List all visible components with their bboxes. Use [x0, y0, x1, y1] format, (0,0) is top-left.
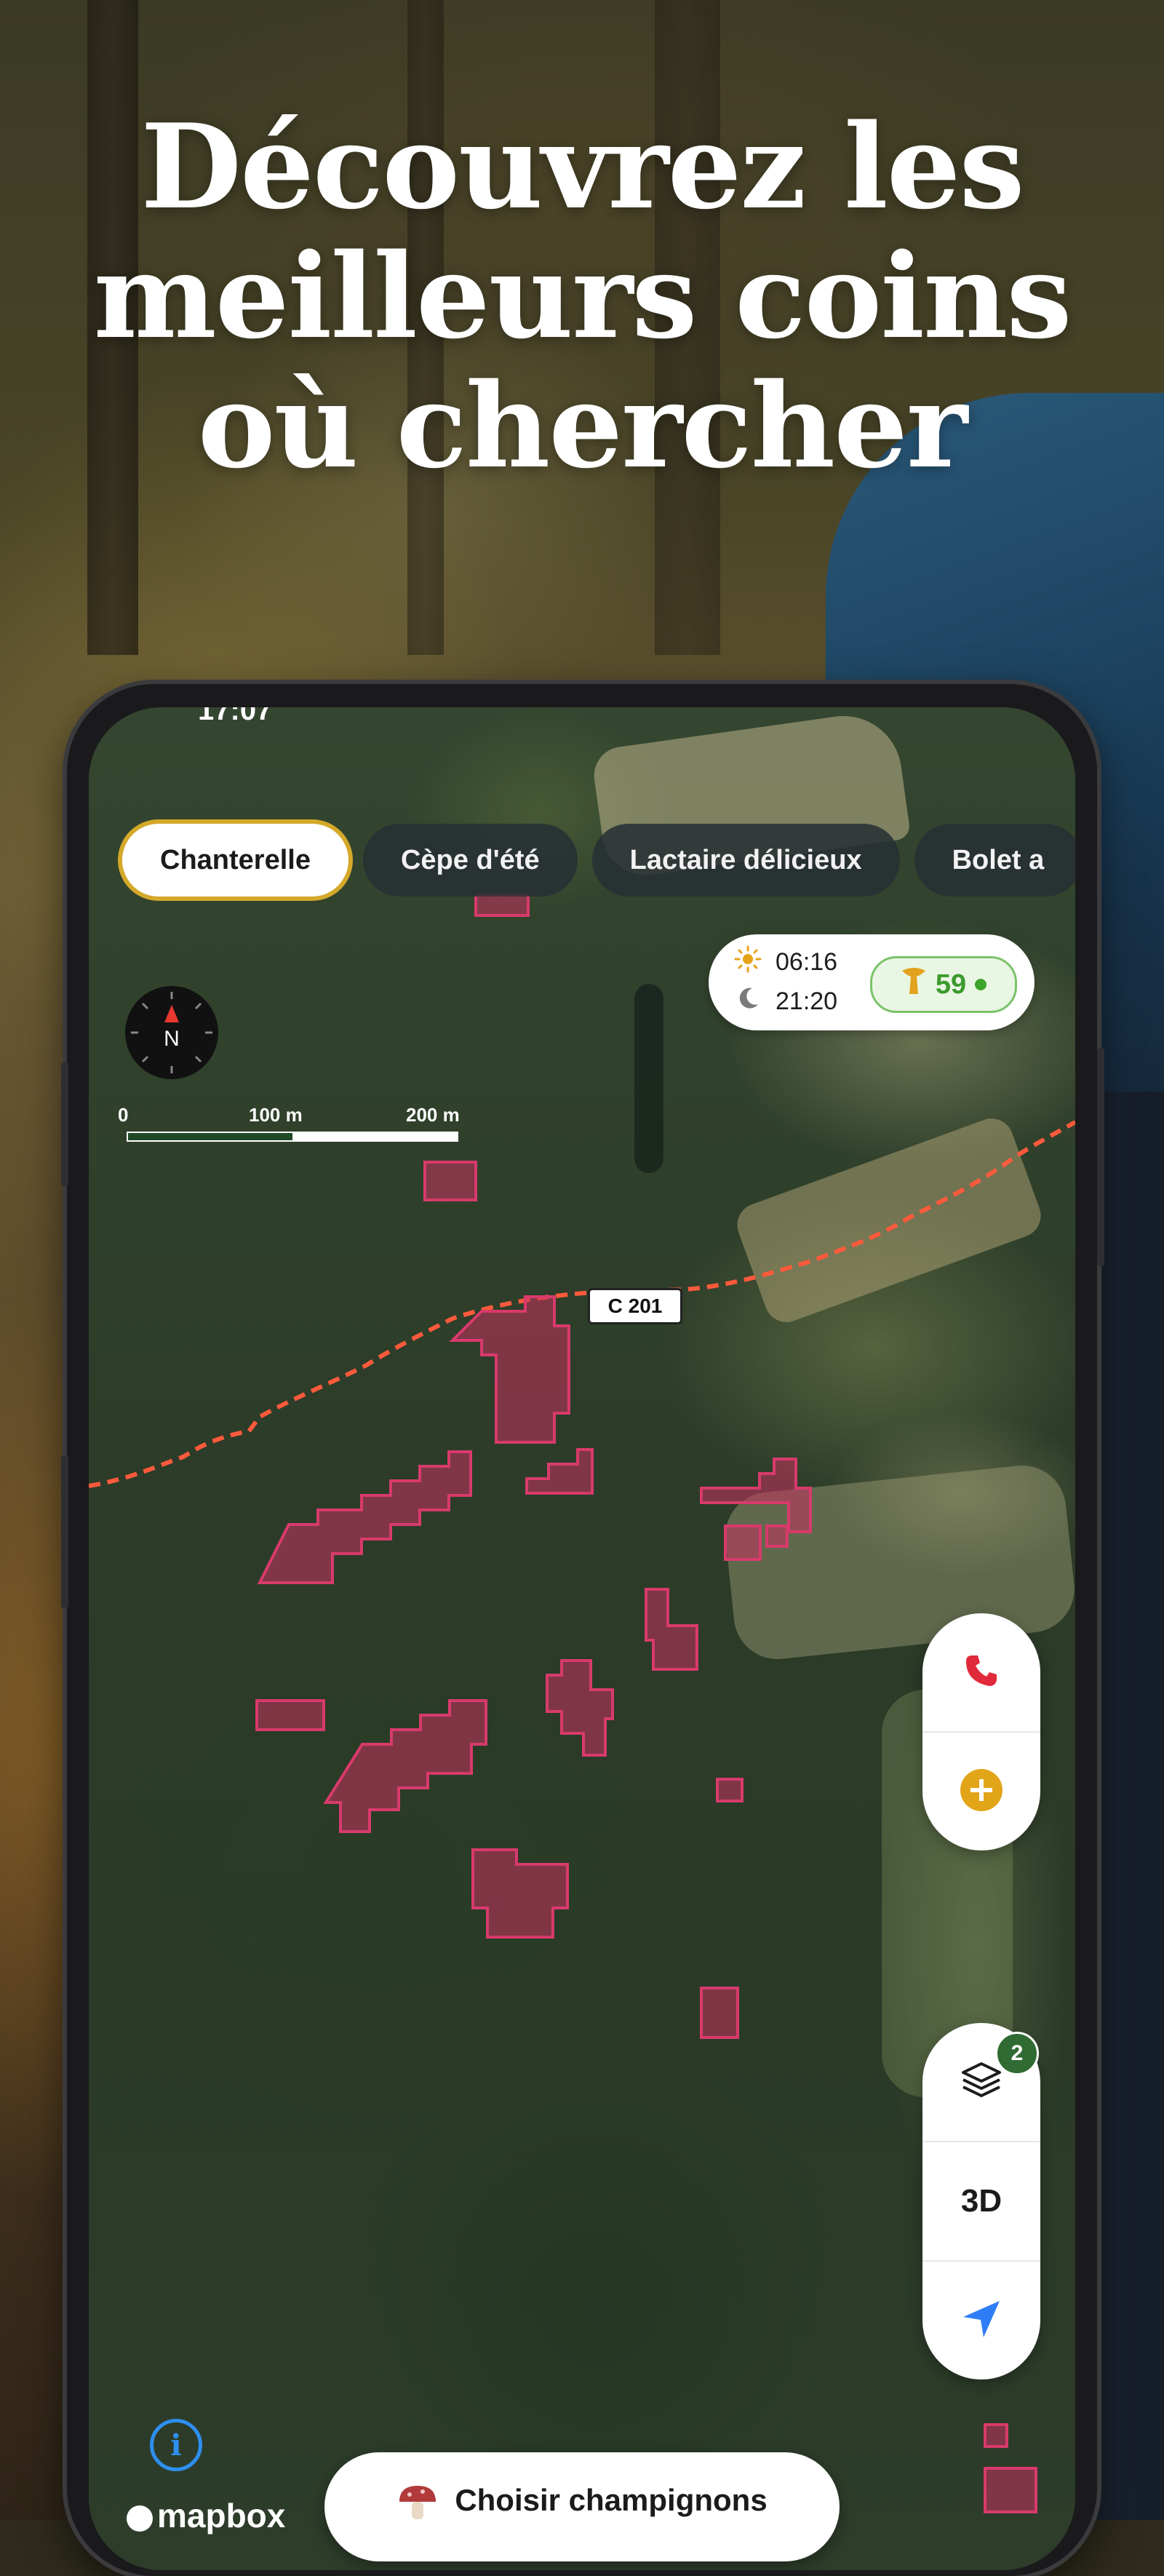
action-button-group — [922, 1613, 1040, 1850]
3d-toggle-button[interactable]: 3D — [922, 2142, 1040, 2262]
mushroom-score-badge: 59 — [870, 956, 1017, 1013]
scale-label-0: 0 — [118, 1104, 129, 1126]
phone-side-button — [61, 1455, 68, 1608]
locate-button[interactable] — [922, 2262, 1040, 2380]
layers-count-badge: 2 — [995, 2032, 1039, 2075]
scale-label-200: 200 m — [406, 1104, 460, 1126]
hotspot — [700, 1458, 812, 1533]
map-scale: 0 100 m 200 m — [118, 1104, 525, 1148]
map-control-group: 2 3D — [922, 2023, 1040, 2380]
score-status-dot — [975, 979, 987, 990]
phone-side-button — [61, 1062, 68, 1186]
chip-bolet[interactable]: Bolet a — [914, 824, 1075, 897]
compass-letter: N — [164, 1027, 180, 1051]
mapbox-logo-text: mapbox — [157, 2497, 286, 2535]
compass-icon[interactable]: N — [125, 986, 218, 1079]
choose-mushrooms-label: Choisir champignons — [455, 2483, 768, 2517]
chip-chanterelle[interactable]: Chanterelle — [122, 824, 348, 897]
hotspot — [645, 1588, 698, 1671]
phone-icon — [963, 1653, 1000, 1693]
sunset-time: 21:20 — [776, 987, 838, 1015]
promo-headline: Découvrez les meilleurs coins où cherche… — [0, 102, 1164, 490]
chip-cepe-ete[interactable]: Cèpe d'été — [362, 824, 578, 897]
mushroom-score-value: 59 — [935, 969, 967, 1000]
hotspot — [724, 1524, 762, 1561]
hotspot — [474, 894, 530, 917]
hotspot — [257, 1450, 472, 1584]
layers-button[interactable]: 2 — [922, 2023, 1040, 2142]
hotspot — [423, 1161, 477, 1201]
locate-icon — [960, 2298, 1002, 2344]
hotspot — [765, 1524, 789, 1548]
hotspot — [255, 1699, 325, 1731]
species-chip-bar: Chanterelle Cèpe d'été Lactaire délicieu… — [122, 824, 1075, 897]
scale-label-100: 100 m — [249, 1104, 303, 1126]
sunset-icon — [733, 984, 762, 1019]
info-icon[interactable]: i — [150, 2419, 202, 2471]
hotspot — [546, 1659, 614, 1757]
headline-line-2: meilleurs coins — [93, 228, 1072, 365]
hotspot — [471, 1848, 569, 1939]
choose-mushrooms-button[interactable]: Choisir champignons — [324, 2452, 840, 2561]
mushroom-icon — [396, 2483, 439, 2529]
hotspot — [323, 1699, 487, 1833]
phone-side-button — [1097, 1048, 1104, 1266]
add-icon — [959, 1768, 1004, 1816]
hotspot — [449, 1295, 570, 1444]
headline-line-1: Découvrez les — [140, 98, 1024, 235]
hotspot — [700, 1987, 739, 2039]
route-line — [89, 1120, 1075, 1488]
headline-line-3: où chercher — [197, 357, 968, 494]
hotspot — [984, 2467, 1037, 2513]
mushroom-score-icon — [901, 966, 927, 1003]
mapbox-logo: mapbox — [127, 2496, 285, 2535]
add-button[interactable] — [922, 1733, 1040, 1850]
sunrise-icon — [733, 945, 762, 980]
call-button[interactable] — [922, 1613, 1040, 1733]
hotspot — [525, 1448, 594, 1495]
chip-lactaire-delicieux[interactable]: Lactaire délicieux — [591, 824, 900, 897]
sun-info-pill[interactable]: 06:16 21:20 59 — [709, 934, 1035, 1030]
layers-icon — [959, 2058, 1004, 2107]
route-label: C 201 — [588, 1288, 682, 1324]
hotspot — [716, 1778, 744, 1802]
app-screen: 17:07 Chanterelle Cèpe d'été Lactaire dé… — [89, 707, 1075, 2570]
hotspot — [984, 2423, 1008, 2448]
status-bar-time: 17:07 — [198, 707, 273, 726]
sunrise-time: 06:16 — [776, 948, 838, 976]
